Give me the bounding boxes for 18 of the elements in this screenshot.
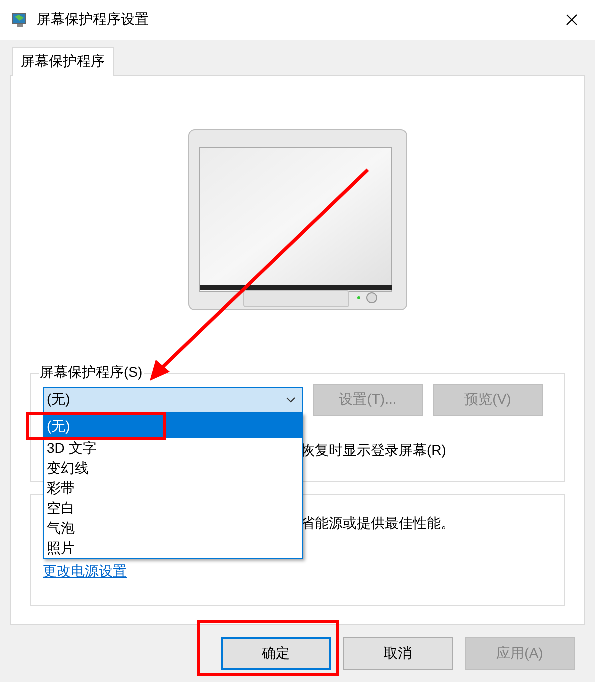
tab[interactable]: 屏幕保护程序 bbox=[12, 47, 114, 76]
monitor-icon bbox=[12, 12, 28, 28]
dropdown-option[interactable]: (无) bbox=[44, 414, 302, 438]
dropdown-option[interactable]: 照片 bbox=[44, 538, 302, 558]
ok-button[interactable]: 确定 bbox=[221, 637, 331, 670]
dropdown-option[interactable]: 空白 bbox=[44, 498, 302, 518]
cancel-button[interactable]: 取消 bbox=[343, 637, 453, 670]
dropdown-option[interactable]: 彩带 bbox=[44, 478, 302, 498]
window-title: 屏幕保护程序设置 bbox=[37, 11, 150, 29]
dropdown-option[interactable]: 3D 文字 bbox=[44, 438, 302, 458]
power-settings-link[interactable]: 更改电源设置 bbox=[43, 563, 127, 581]
close-icon bbox=[566, 14, 578, 26]
dropdown-option[interactable]: 变幻线 bbox=[44, 458, 302, 478]
power-description: 省能源或提供最佳性能。 bbox=[301, 515, 455, 533]
dropdown-option[interactable]: 气泡 bbox=[44, 518, 302, 538]
screensaver-label: 屏幕保护程序(S) bbox=[39, 364, 144, 382]
screensaver-dropdown[interactable]: (无) bbox=[43, 387, 303, 413]
chevron-icon bbox=[286, 397, 296, 403]
